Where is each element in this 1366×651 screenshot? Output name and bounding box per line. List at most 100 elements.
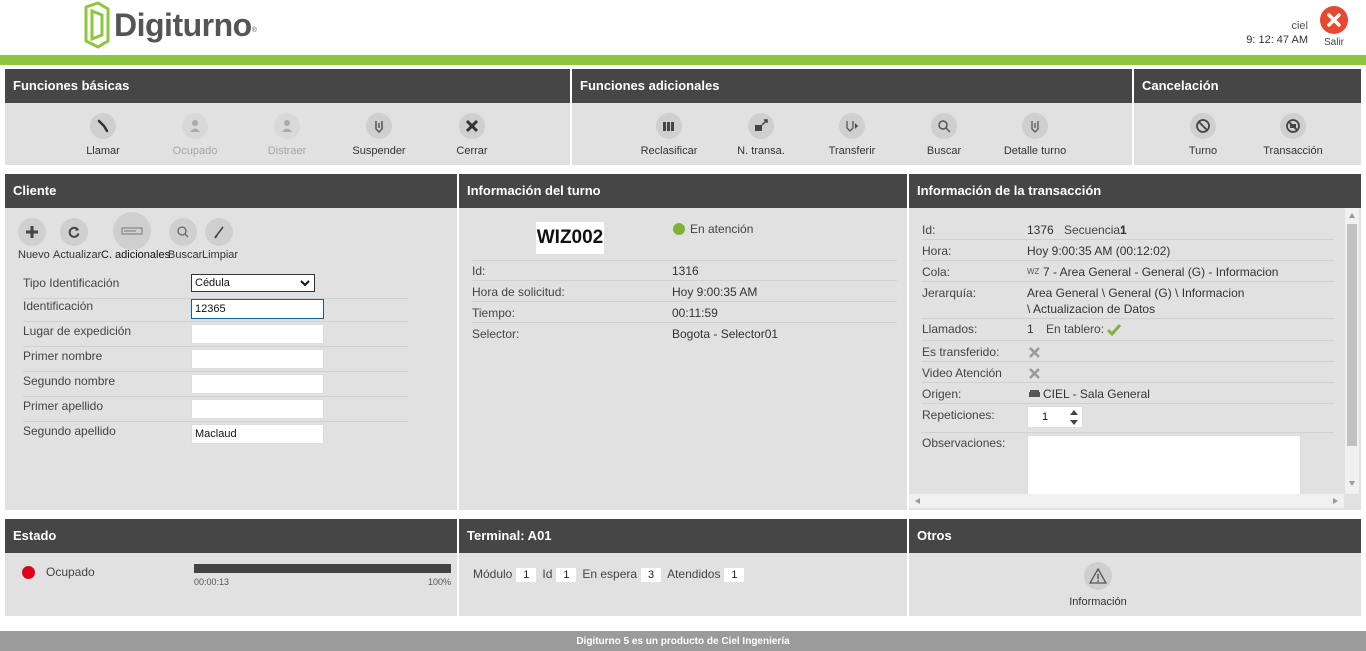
transfer-icon (839, 113, 865, 139)
information-button[interactable]: Información (1058, 562, 1138, 608)
chevron-down-icon[interactable] (1070, 420, 1078, 425)
second-name-input[interactable] (191, 374, 324, 394)
status-dot-icon (673, 223, 685, 235)
id-number-label: Identificación (23, 299, 94, 313)
client-title: Cliente (5, 174, 457, 208)
tx-calls-label: Llamados: (922, 322, 978, 336)
divider (922, 260, 1334, 261)
horizontal-scrollbar[interactable] (909, 494, 1344, 508)
scroll-up-icon[interactable] (1349, 213, 1355, 218)
scroll-thumb[interactable] (1347, 224, 1357, 446)
first-surname-label: Primer apellido (23, 399, 104, 413)
tx-video-label: Video Atención (922, 366, 1002, 380)
status-dot-icon (22, 566, 35, 579)
request-time-label: Hora de solicitud: (472, 285, 565, 299)
first-name-input[interactable] (191, 349, 324, 369)
busy-person-icon (182, 113, 208, 139)
divider (922, 318, 1334, 319)
client-search-button[interactable] (169, 218, 197, 246)
cancel-transaction-icon (1280, 113, 1306, 139)
divider (922, 361, 1334, 362)
suspend-label: Suspender (352, 145, 406, 157)
others-title: Otros (909, 519, 1361, 553)
vertical-scrollbar[interactable] (1345, 208, 1359, 494)
search-button[interactable]: Buscar (904, 113, 984, 157)
progress-end: 100% (428, 577, 452, 587)
progress-start: 00:00:13 (194, 577, 230, 587)
reclassify-button[interactable]: Reclasificar (629, 113, 709, 157)
call-label: Llamar (86, 145, 120, 157)
user-name: ciel (1291, 20, 1308, 32)
close-button[interactable]: Cerrar (432, 113, 512, 157)
observations-textarea[interactable] (1027, 435, 1301, 495)
scroll-right-icon[interactable] (1333, 498, 1338, 504)
tx-hierarchy-line2: \ Actualizacion de Datos (1027, 302, 1156, 316)
waiting-label: En espera (582, 567, 638, 581)
additional-fields-button[interactable] (113, 212, 151, 250)
refresh-button[interactable] (60, 218, 90, 246)
cancel-ticket-button[interactable]: Turno (1163, 113, 1243, 157)
transfer-button[interactable]: Transferir (812, 113, 892, 157)
broom-icon (205, 218, 233, 246)
issue-place-label: Lugar de expedición (23, 324, 132, 338)
issue-place-input[interactable] (191, 324, 324, 344)
id-type-select[interactable]: Cédula (191, 274, 315, 292)
divider (922, 340, 1334, 341)
terminal-id-label: Id (542, 567, 553, 581)
module-value: 1 (516, 568, 537, 582)
tx-id-label: Id: (922, 223, 936, 237)
first-name-row: Primer nombre (23, 347, 408, 372)
selector-value: Bogota - Selector01 (672, 327, 779, 341)
turn-detail-label: Detalle turno (1003, 145, 1067, 157)
close-icon (459, 113, 485, 139)
tx-hora-value: Hoy 9:00:35 AM (00:12:02) (1027, 244, 1171, 258)
tx-seq-value: 1 (1120, 223, 1127, 237)
new-transaction-button[interactable]: N. transa. (721, 113, 801, 157)
client-panel: Cliente Nuevo Actualizar C. adicionales … (5, 174, 457, 510)
second-surname-row: Segundo apellido Maclaud (23, 422, 408, 447)
distract-button[interactable]: Distraer (247, 113, 327, 157)
exit-button[interactable]: Salir (1318, 6, 1350, 48)
progress-track (194, 564, 451, 573)
busy-button[interactable]: Ocupado (155, 113, 235, 157)
cancel-transaction-button[interactable]: Transacción (1253, 113, 1333, 157)
tx-hierarchy-line1: Area General \ General (G) \ Informacion (1027, 286, 1245, 300)
scroll-left-icon[interactable] (915, 498, 920, 504)
turn-detail-button[interactable]: Detalle turno (995, 113, 1075, 157)
call-button[interactable]: Llamar (63, 113, 143, 157)
others-panel: Otros Información (909, 519, 1361, 616)
repetitions-spinner[interactable]: 1 (1027, 406, 1083, 428)
tx-seq-label: Secuencia: (1064, 223, 1124, 237)
queue-prefix: WZ (1027, 267, 1040, 276)
elapsed-value: 00:11:59 (672, 306, 718, 320)
plus-icon (18, 218, 46, 246)
tx-cola-value: 7 - Area General - General (G) - Informa… (1043, 265, 1279, 279)
tx-origin-value: CIEL - Sala General (1043, 387, 1150, 401)
cancel-title: Cancelación (1134, 69, 1361, 103)
attended-label: Atendidos (667, 567, 721, 581)
id-number-input[interactable]: 12365 (191, 299, 324, 319)
suspend-button[interactable]: Suspender (339, 113, 419, 157)
transaction-scroll-area[interactable]: Id: 1376 Secuencia: 1 Hora: Hoy 9:00:35 … (909, 208, 1361, 510)
repetitions-value: 1 (1042, 411, 1049, 423)
transaction-info-title: Información de la transacción (909, 174, 1361, 208)
check-icon (1106, 324, 1122, 337)
exit-icon[interactable] (1320, 6, 1348, 34)
divider (922, 403, 1334, 404)
progress-fill (194, 564, 451, 573)
attended-value: 1 (724, 568, 745, 582)
exit-label: Salir (1323, 37, 1344, 48)
divider (472, 301, 897, 302)
clear-button[interactable] (205, 218, 233, 246)
search-icon (169, 218, 197, 246)
new-client-button[interactable] (18, 218, 48, 246)
status-panel: Estado Ocupado 00:00:13 100% (5, 519, 457, 616)
first-surname-input[interactable] (191, 399, 324, 419)
id-type-label: Tipo Identificación (23, 276, 120, 290)
selector-label: Selector: (472, 327, 520, 341)
additional-fields-label: C. adicionales (101, 249, 171, 261)
second-surname-input[interactable]: Maclaud (191, 424, 324, 444)
additional-functions-panel: Funciones adicionales Reclasificar N. tr… (572, 69, 1132, 165)
chevron-up-icon[interactable] (1070, 410, 1078, 415)
scroll-down-icon[interactable] (1349, 481, 1355, 486)
